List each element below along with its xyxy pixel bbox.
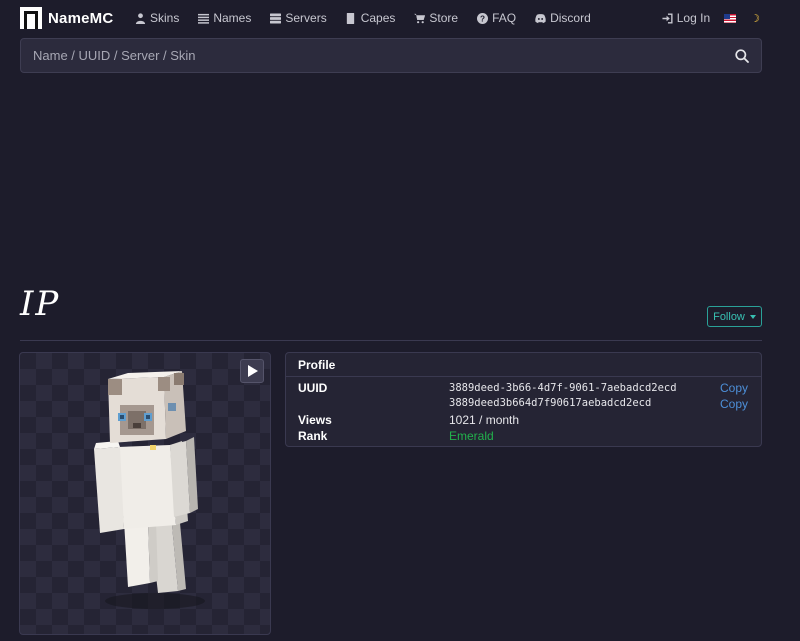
person-icon <box>134 12 146 24</box>
nav-right: Log In ☽ <box>662 11 760 25</box>
us-flag-icon[interactable] <box>724 13 737 23</box>
nav-store-label: Store <box>429 11 459 25</box>
nav-menu: Skins Names Servers Capes Store ? FAQ Di… <box>134 11 609 25</box>
copy-uuid-plain-link[interactable]: Copy <box>720 397 748 411</box>
nav-skins[interactable]: Skins <box>134 11 179 25</box>
profile-card-title: Profile <box>286 353 761 377</box>
nav-skins-label: Skins <box>150 11 180 25</box>
login-link[interactable]: Log In <box>662 11 710 25</box>
nav-names-label: Names <box>213 11 252 25</box>
play-icon <box>248 365 258 377</box>
discord-icon <box>534 12 546 24</box>
rank-value[interactable]: Emerald <box>449 429 494 443</box>
rank-label: Rank <box>298 429 328 443</box>
copy-uuid-dashed-link[interactable]: Copy <box>720 381 748 395</box>
uuid-plain-value[interactable]: 3889deed3b664d7f90617aebadcd2ecd <box>449 397 651 409</box>
play-animation-button[interactable] <box>240 359 264 383</box>
profile-card: Profile UUID 3889deed-3b66-4d7f-9061-7ae… <box>285 352 762 447</box>
question-icon: ? <box>476 12 488 24</box>
uuid-label: UUID <box>298 381 328 395</box>
login-icon <box>662 12 673 24</box>
cart-icon <box>413 12 425 24</box>
brand-name: NameMC <box>48 9 114 27</box>
nav-store[interactable]: Store <box>413 11 458 25</box>
brand-link[interactable]: NameMC <box>20 7 113 29</box>
search-icon[interactable] <box>735 49 749 63</box>
login-label: Log In <box>676 11 711 25</box>
divider <box>20 340 762 341</box>
nav-capes[interactable]: Capes <box>345 11 396 25</box>
chevron-down-icon <box>749 314 756 319</box>
nav-faq[interactable]: ? FAQ <box>476 11 516 25</box>
nav-servers[interactable]: Servers <box>269 11 327 25</box>
list-icon <box>197 12 209 24</box>
search-input[interactable] <box>21 39 761 72</box>
nav-discord-label: Discord <box>550 11 591 25</box>
views-value: 1021 / month <box>449 413 520 427</box>
profile-username: IP <box>20 284 61 324</box>
skin-viewer[interactable] <box>19 352 271 635</box>
cape-icon <box>345 12 357 24</box>
skin-model-image <box>94 371 205 609</box>
svg-text:?: ? <box>480 14 485 23</box>
nav-faq-label: FAQ <box>492 11 517 25</box>
namemc-logo-icon <box>20 7 42 29</box>
views-label: Views <box>298 413 332 427</box>
uuid-dashed-value[interactable]: 3889deed-3b66-4d7f-9061-7aebadcd2ecd <box>449 382 677 394</box>
navbar: NameMC Skins Names Servers Capes Store ?… <box>0 0 800 38</box>
nav-names[interactable]: Names <box>197 11 251 25</box>
nav-discord[interactable]: Discord <box>534 11 591 25</box>
nav-capes-label: Capes <box>360 11 396 25</box>
follow-label: Follow <box>713 310 745 323</box>
moon-icon[interactable]: ☽ <box>750 12 760 25</box>
server-icon <box>269 12 281 24</box>
follow-button[interactable]: Follow <box>707 306 762 327</box>
search-bar <box>20 38 762 73</box>
nav-servers-label: Servers <box>285 11 327 25</box>
